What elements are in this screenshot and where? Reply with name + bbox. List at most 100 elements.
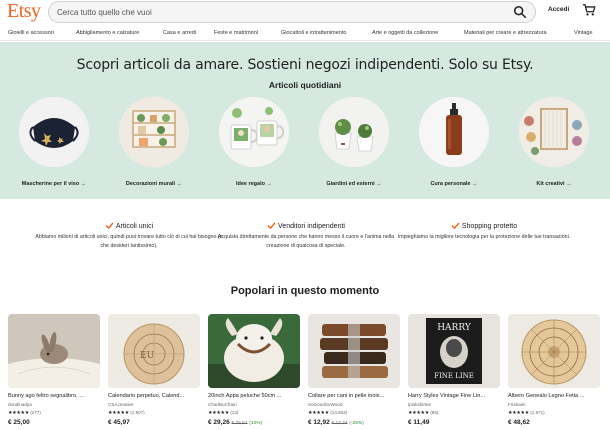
hero-category-label: Idee regalo → <box>235 181 273 187</box>
signin-link[interactable]: Accedi <box>548 6 569 13</box>
value-prop-unique: Articoli unici Abbiamo milioni di artico… <box>34 222 224 250</box>
category-nav: Gioielli e accessori Abbigliamento e cal… <box>0 26 610 41</box>
shop-name: Foxbaim <box>508 402 526 407</box>
face-mask-image <box>19 97 89 167</box>
review-count: (14.803) <box>330 410 348 415</box>
hero-category-label: Mascherine per il viso → <box>21 181 87 187</box>
nav-item-art[interactable]: Arte e oggetti da collezione <box>372 30 438 36</box>
product-rating: ★★★★★ (1.671) <box>508 410 545 416</box>
value-prop-title: Articoli unici <box>115 223 154 230</box>
value-prop-secure-shopping: Shopping protetto Impieghiamo la miglior… <box>389 222 579 242</box>
product-image <box>508 314 600 388</box>
discount-badge: (-25%) <box>349 421 364 426</box>
hero-category-gift-ideas[interactable]: Idee regalo → <box>204 97 304 197</box>
hero-category-wall-decor[interactable]: Decorazioni murali → <box>104 97 204 197</box>
product-title: 20inch Appa peluche 50cm ... <box>208 393 282 399</box>
value-prop-title: Shopping protetto <box>461 223 518 230</box>
search-bar <box>48 1 536 23</box>
product-price: € 48,62 <box>508 419 530 426</box>
svg-text:EU: EU <box>140 351 155 361</box>
product-card[interactable]: Bunny ago feltro segnalibro, ... dondina… <box>8 314 100 430</box>
star-rating-icon: ★★★★★ <box>8 410 29 416</box>
shop-name: CharlBuChairi <box>208 402 237 407</box>
nav-item-jewelry[interactable]: Gioielli e accessori <box>8 30 54 36</box>
product-price: € 45,97 <box>108 419 130 426</box>
review-count: (13) <box>230 410 239 415</box>
hero-category-craft-kits[interactable]: Kit creativi → <box>504 97 604 197</box>
review-count: (1.671) <box>530 410 545 415</box>
original-price: € 17,24 <box>331 421 348 426</box>
nav-item-clothing[interactable]: Abbigliamento e calzature <box>76 30 139 36</box>
hero-category-garden[interactable]: Giardini ed esterni → <box>304 97 404 197</box>
nav-item-vintage[interactable]: Vintage <box>574 30 593 36</box>
product-title: Calendario perpetuo, Calend... <box>108 393 185 399</box>
hero-category-personal-care[interactable]: Cura personale → <box>404 97 504 197</box>
hero-category-label: Decorazioni murali → <box>125 181 183 187</box>
product-rating: ★★★★★ (14.803) <box>308 410 347 416</box>
product-price: € 11,49 <box>408 419 429 426</box>
hero-subtitle: Articoli quotidiani <box>268 80 342 90</box>
check-icon <box>267 222 276 229</box>
product-title: Harry Styles Vintage Fine Lin... <box>408 393 486 399</box>
nav-item-home[interactable]: Casa e arredi <box>163 30 196 36</box>
product-rating: ★★★★★ (13) <box>208 410 238 416</box>
product-title: Bunny ago feltro segnalibro, ... <box>8 393 84 399</box>
product-title: Collare per cani in pelle inois... <box>308 393 385 399</box>
hero-title: Scopri articoli da amare. Sostieni negoz… <box>76 57 534 73</box>
value-prop-title: Venditori indipendenti <box>278 223 345 230</box>
value-prop-description: Acquista direttamente da persone che han… <box>217 234 395 249</box>
star-rating-icon: ★★★★★ <box>108 410 129 416</box>
product-price: € 12,92 € 17,24 (-25%) <box>308 419 364 426</box>
check-icon <box>451 222 460 229</box>
search-icon[interactable] <box>513 5 527 19</box>
product-card[interactable]: EU Calendario perpetuo, Calend... CSAcre… <box>108 314 200 430</box>
review-count: (277) <box>30 410 41 415</box>
product-rating: ★★★★★ (1.507) <box>108 410 145 416</box>
site-header: Etsy Accedi <box>0 0 610 26</box>
star-rating-icon: ★★★★★ <box>308 410 329 416</box>
product-title: Albero Genealo Legno Fetta ... <box>508 393 585 399</box>
review-count: (86) <box>430 410 439 415</box>
etsy-logo[interactable]: Etsy <box>7 0 41 23</box>
original-price: € 32,51 <box>231 421 248 426</box>
craft-kits-image <box>519 97 589 167</box>
wall-decor-image <box>119 97 189 167</box>
cart-icon[interactable] <box>582 3 596 17</box>
product-card[interactable]: 20inch Appa peluche 50cm ... CharlBuChai… <box>208 314 300 430</box>
shop-name: CSAcreative <box>108 402 134 407</box>
hero-category-face-masks[interactable]: Mascherine per il viso → <box>4 97 104 197</box>
gift-ideas-image <box>219 97 289 167</box>
star-rating-icon: ★★★★★ <box>408 410 429 416</box>
product-card[interactable]: Albero Genealo Legno Fetta ... Foxbaim ★… <box>508 314 600 430</box>
garden-image <box>319 97 389 167</box>
product-image <box>208 314 300 388</box>
price: € 29,26 <box>208 419 230 426</box>
shop-name: tpwkshirtex <box>408 402 431 407</box>
price: € 45,97 <box>108 419 130 426</box>
price: € 12,92 <box>308 419 330 426</box>
product-rating: ★★★★★ (86) <box>408 410 438 416</box>
product-price: € 29,26 € 32,51 (10%) <box>208 419 262 426</box>
svg-text:FINE LINE: FINE LINE <box>434 372 474 380</box>
hero-category-label: Cura personale → <box>430 181 478 187</box>
price: € 11,49 <box>408 419 430 426</box>
nav-item-toys[interactable]: Giocattoli e intrattenimento <box>281 30 346 36</box>
product-rating: ★★★★★ (277) <box>8 410 41 416</box>
hero-category-label: Kit creativi → <box>536 181 572 187</box>
product-price: € 25,00 <box>8 419 30 426</box>
product-card[interactable]: HARRY FINE LINE Harry Styles Vintage Fin… <box>408 314 500 430</box>
search-input[interactable] <box>57 5 497 20</box>
value-prop-description: Impieghiamo la migliore tecnologia per l… <box>397 234 571 240</box>
value-prop-description: Abbiamo milioni di articoli unici, quind… <box>35 234 223 249</box>
hero-category-label: Giardini ed esterni → <box>326 181 382 187</box>
check-icon <box>105 222 114 229</box>
nav-item-craft-supplies[interactable]: Materiali per creare e attrezzatura <box>464 30 547 36</box>
svg-text:HARRY: HARRY <box>437 323 472 333</box>
shop-name: SoGoodSoWood <box>308 402 343 407</box>
nav-item-weddings[interactable]: Feste e matrimoni <box>214 30 258 36</box>
star-rating-icon: ★★★★★ <box>208 410 229 416</box>
hero-banner: Scopri articoli da amare. Sostieni negoz… <box>0 42 610 199</box>
value-prop-independent-sellers: Venditori indipendenti Acquista direttam… <box>211 222 401 250</box>
product-card[interactable]: Collare per cani in pelle inois... SoGoo… <box>308 314 400 430</box>
product-image <box>308 314 400 388</box>
